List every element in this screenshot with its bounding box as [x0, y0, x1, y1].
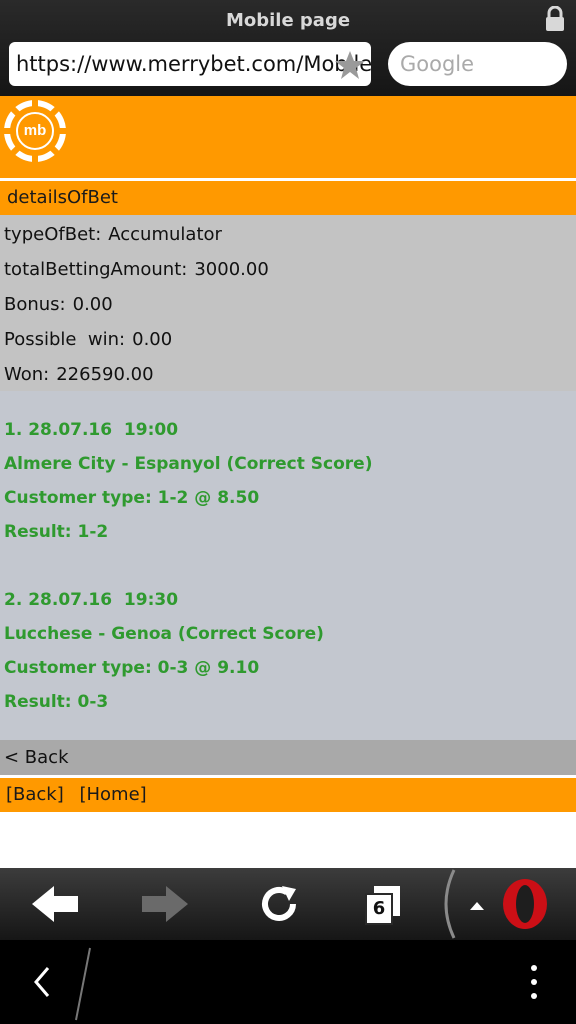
summary-value: Accumulator: [108, 224, 222, 245]
summary-value: 3000.00: [194, 259, 269, 280]
nav-divider: [75, 947, 91, 1021]
summary-value: 226590.00: [56, 364, 154, 385]
system-nav-bar: [0, 940, 576, 1024]
site-header: mb: [0, 96, 576, 178]
reload-icon[interactable]: [244, 868, 314, 940]
overflow-menu-icon[interactable]: [522, 962, 546, 1002]
browser-top-bar: Mobile page https://www.merrybet.com/Mob…: [0, 0, 576, 96]
bet-datetime: 1. 28.07.16 19:00: [4, 420, 179, 440]
bet-selections: 1. 28.07.16 19:00 Almere City - Espanyol…: [0, 391, 576, 740]
back-link[interactable]: < Back: [0, 740, 576, 775]
summary-row-amount: totalBettingAmount: 3000.00: [4, 259, 269, 280]
tabs-button[interactable]: 6: [356, 868, 412, 940]
opera-icon: [503, 879, 547, 929]
lock-icon: [546, 6, 564, 31]
summary-row-won: Won: 226590.00: [4, 364, 154, 385]
forward-arrow-icon[interactable]: [130, 868, 200, 940]
bet-customer-type: Customer type: 1-2 @ 8.50: [4, 488, 260, 508]
bet-match: Almere City - Espanyol (Correct Score): [4, 454, 373, 474]
bet-match: Lucchese - Genoa (Correct Score): [4, 624, 324, 644]
bet-summary: typeOfBet: Accumulator totalBettingAmount…: [0, 215, 576, 391]
summary-label: Possible win:: [4, 329, 126, 350]
summary-row-bonus: Bonus: 0.00: [4, 294, 113, 315]
page-title: Mobile page: [225, 10, 351, 31]
footer-home-link[interactable]: [Home]: [79, 784, 146, 805]
logo-text: mb: [24, 122, 47, 139]
system-back-icon[interactable]: [30, 964, 54, 1000]
details-header: detailsOfBet: [0, 181, 576, 215]
tab-count: 6: [372, 898, 386, 919]
browser-toolbar: 6: [0, 868, 576, 940]
summary-value: 0.00: [72, 294, 113, 315]
merrybet-logo[interactable]: mb: [2, 98, 68, 164]
bet-datetime: 2. 28.07.16 19:30: [4, 590, 179, 610]
footer-nav: [Back] [Home]: [0, 778, 576, 812]
opera-menu-button[interactable]: [436, 868, 576, 940]
summary-label: Bonus:: [4, 294, 66, 315]
bet-result: Result: 1-2: [4, 522, 109, 542]
summary-label: Won:: [4, 364, 50, 385]
back-arrow-icon[interactable]: [20, 868, 90, 940]
summary-label: totalBettingAmount:: [4, 259, 188, 280]
summary-label: typeOfBet:: [4, 224, 102, 245]
bet-customer-type: Customer type: 0-3 @ 9.10: [4, 658, 260, 678]
bet-result: Result: 0-3: [4, 692, 109, 712]
summary-row-type: typeOfBet: Accumulator: [4, 224, 222, 245]
summary-row-possible-win: Possible win: 0.00: [4, 329, 172, 350]
search-field[interactable]: Google: [388, 42, 567, 86]
summary-value: 0.00: [132, 329, 173, 350]
footer-back-link[interactable]: [Back]: [6, 784, 64, 805]
url-field[interactable]: https://www.merrybet.com/Mobile: [9, 42, 371, 86]
star-icon[interactable]: [334, 49, 366, 81]
